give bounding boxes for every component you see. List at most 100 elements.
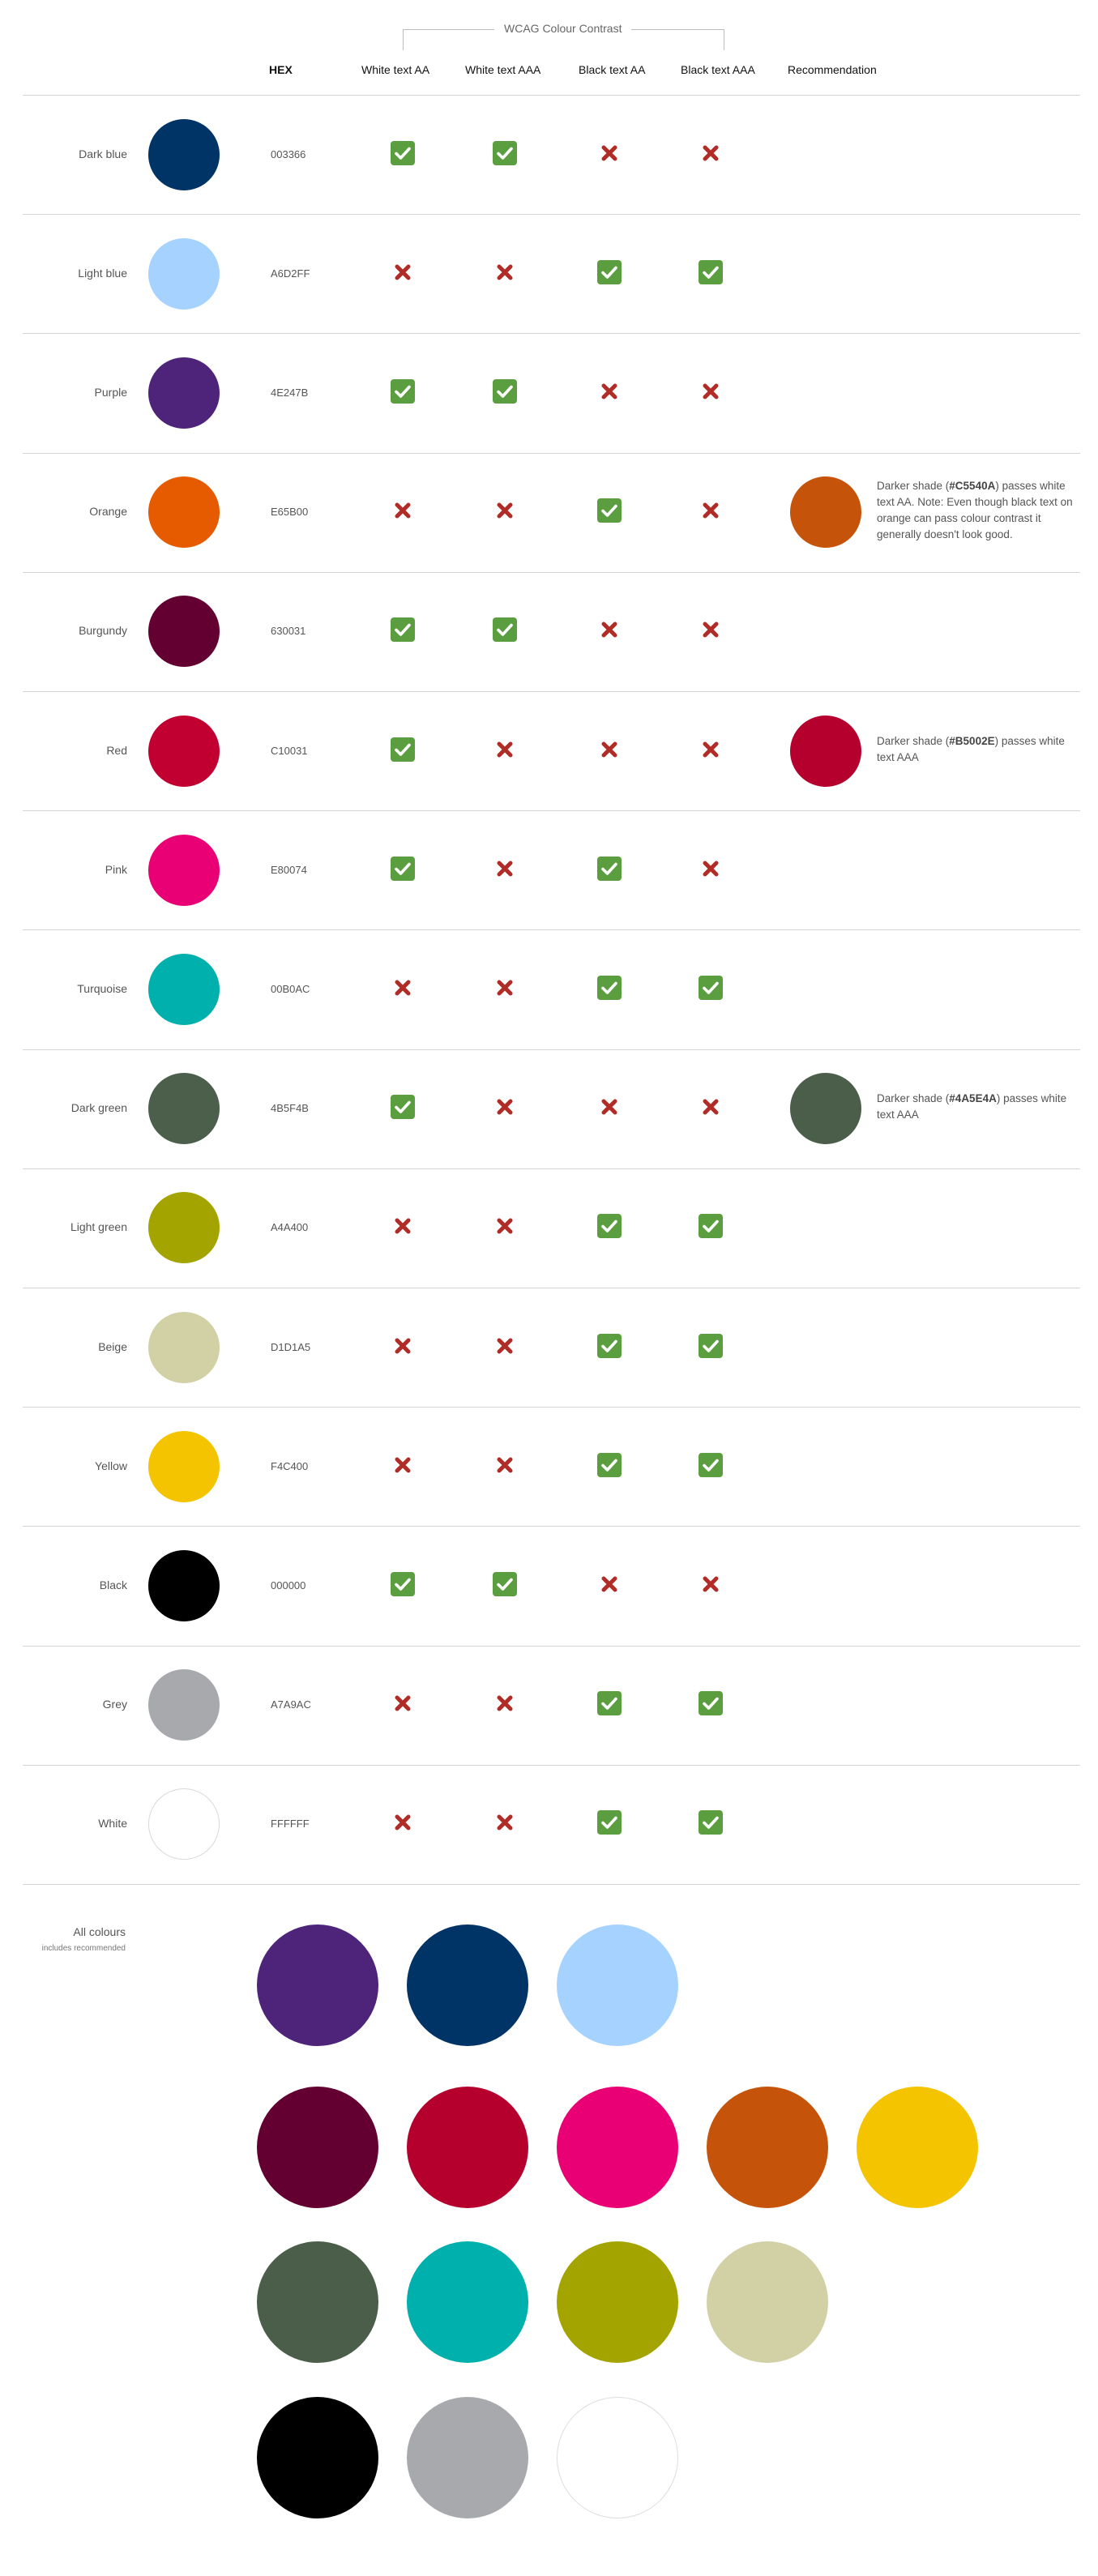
pass-check-icon: [699, 1214, 723, 1239]
fail-cross-icon: [493, 976, 517, 1000]
pass-check-icon: [597, 1691, 622, 1716]
palette-swatch: [557, 2397, 678, 2518]
colour-swatch: [148, 1430, 220, 1502]
colour-name: Burgundy: [79, 624, 127, 638]
hex-value: 00B0AC: [271, 982, 310, 995]
colour-name: Beige: [98, 1339, 127, 1353]
column-header-white-aaa: White text AAA: [465, 63, 541, 76]
fail-cross-icon: [391, 1334, 415, 1358]
table-divider: [23, 1884, 1080, 1885]
pass-check-icon: [391, 856, 415, 881]
pass-check-icon: [699, 1810, 723, 1835]
fail-cross-icon: [493, 1453, 517, 1477]
table-row: Orange E65B00 Darker shade (#C5540A) passe…: [0, 453, 1098, 572]
pass-check-icon: [597, 1452, 622, 1477]
fail-cross-icon: [699, 141, 723, 165]
colour-swatch: [148, 476, 220, 549]
palette-swatch: [257, 2087, 378, 2208]
pass-check-icon: [597, 1333, 622, 1358]
table-row: Beige D1D1A5: [0, 1288, 1098, 1407]
colour-name: Red: [106, 743, 127, 757]
fail-cross-icon: [597, 737, 622, 762]
colour-swatch: [148, 357, 220, 429]
fail-cross-icon: [699, 379, 723, 404]
pass-check-icon: [597, 498, 622, 523]
recommendation-code: #4A5E4A: [949, 1092, 997, 1105]
pass-check-icon: [699, 1691, 723, 1716]
palette-swatch: [857, 2087, 978, 2208]
fail-cross-icon: [493, 260, 517, 284]
fail-cross-icon: [391, 260, 415, 284]
recommendation-text: Darker shade (#C5540A) passes white text…: [877, 478, 1079, 543]
fail-cross-icon: [597, 141, 622, 165]
colour-name: Dark blue: [79, 147, 127, 160]
recommendation-prefix: Darker shade (: [877, 1092, 950, 1105]
fail-cross-icon: [493, 498, 517, 523]
fail-cross-icon: [493, 857, 517, 881]
fail-cross-icon: [699, 737, 723, 762]
recommendation-code: #B5002E: [949, 734, 995, 747]
colour-swatch: [148, 237, 220, 310]
colour-swatch: [148, 1073, 220, 1145]
pass-check-icon: [391, 617, 415, 643]
palette-swatch: [557, 2241, 678, 2363]
palette-swatch: [707, 2241, 828, 2363]
table-row: Yellow F4C400: [0, 1407, 1098, 1526]
table-row: White FFFFFF: [0, 1765, 1098, 1884]
hex-value: 630031: [271, 625, 306, 638]
all-colours-label: All colours: [73, 1925, 126, 1938]
pass-check-icon: [391, 378, 415, 404]
table-row: Purple 4E247B: [0, 333, 1098, 452]
pass-check-icon: [493, 140, 517, 165]
fail-cross-icon: [597, 1572, 622, 1596]
colour-swatch: [148, 596, 220, 668]
pass-check-icon: [391, 140, 415, 165]
wcag-header-title: WCAG Colour Contrast: [494, 22, 632, 35]
hex-value: F4C400: [271, 1459, 309, 1472]
table-row: Burgundy 630031: [0, 572, 1098, 691]
recommendation-text: Darker shade (#4A5E4A) passes white text…: [877, 1091, 1079, 1123]
recommendation-code: #C5540A: [949, 480, 996, 493]
pass-check-icon: [699, 1333, 723, 1358]
fail-cross-icon: [493, 1095, 517, 1119]
fail-cross-icon: [493, 737, 517, 762]
colour-name: Light green: [70, 1220, 127, 1234]
recommendation-prefix: Darker shade (: [877, 734, 950, 747]
pass-check-icon: [597, 975, 622, 1000]
fail-cross-icon: [493, 1334, 517, 1358]
fail-cross-icon: [391, 1453, 415, 1477]
pass-check-icon: [597, 1214, 622, 1239]
fail-cross-icon: [493, 1810, 517, 1835]
colour-swatch: [148, 1192, 220, 1264]
recommended-swatch: [790, 1073, 861, 1145]
palette-swatch: [257, 2397, 378, 2518]
pass-check-icon: [493, 1571, 517, 1596]
fail-cross-icon: [391, 1810, 415, 1835]
hex-value: E65B00: [271, 506, 309, 519]
colour-name: Grey: [102, 1698, 127, 1711]
colour-name: Light blue: [78, 266, 127, 280]
column-header-hex: HEX: [269, 63, 293, 76]
pass-check-icon: [699, 259, 723, 284]
colour-name: Black: [99, 1578, 127, 1591]
table-row: Light blue A6D2FF: [0, 214, 1098, 333]
fail-cross-icon: [391, 498, 415, 523]
fail-cross-icon: [597, 379, 622, 404]
pass-check-icon: [597, 856, 622, 881]
colour-swatch: [148, 1788, 220, 1860]
palette-swatch: [707, 2087, 828, 2208]
table-row: Turquoise 00B0AC: [0, 929, 1098, 1049]
colour-swatch: [148, 1669, 220, 1741]
table-row: Dark green 4B5F4B Darker shade (#4A5E4A) p…: [0, 1049, 1098, 1168]
palette-swatch: [407, 1925, 528, 2046]
pass-check-icon: [597, 259, 622, 284]
pass-check-icon: [391, 737, 415, 762]
fail-cross-icon: [699, 617, 723, 642]
palette-swatch: [257, 1925, 378, 2046]
fail-cross-icon: [493, 1691, 517, 1715]
fail-cross-icon: [699, 1572, 723, 1596]
colour-name: Yellow: [95, 1459, 127, 1472]
hex-value: 003366: [271, 147, 306, 160]
fail-cross-icon: [391, 1214, 415, 1238]
palette-swatch: [407, 2397, 528, 2518]
